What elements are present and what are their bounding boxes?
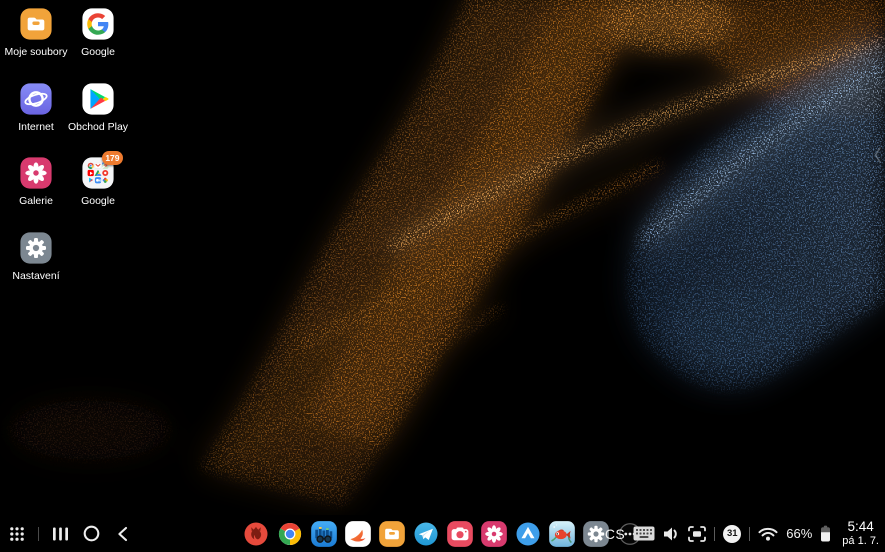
my-files-icon <box>19 7 53 41</box>
calendar-31-icon[interactable]: 31 <box>723 525 741 543</box>
apps-grid-icon <box>9 526 25 542</box>
apps-button[interactable] <box>7 515 27 552</box>
chrome-icon <box>276 520 304 548</box>
play-store-icon <box>81 82 115 116</box>
dock-antutu[interactable] <box>242 520 270 548</box>
nav-divider <box>38 527 39 541</box>
dock-camera[interactable] <box>446 520 474 548</box>
home-circle-icon <box>82 524 101 543</box>
app-gallery[interactable]: Galerie <box>5 152 67 227</box>
taskbar: CS <box>0 515 885 552</box>
taskbar-nav <box>7 515 132 552</box>
app-label: Obchod Play <box>68 121 128 133</box>
tablet-home-screen: Moje soubory Google Internet Obchod Play… <box>0 0 885 552</box>
home-button[interactable] <box>81 515 101 552</box>
geekbench-icon <box>310 520 338 548</box>
wallpaper-particle-waves <box>0 0 885 552</box>
screenshot-button[interactable] <box>688 526 706 542</box>
app-google-folder[interactable]: 179 Google <box>67 152 129 227</box>
wifi-icon <box>758 526 778 541</box>
app-play-store[interactable]: Obchod Play <box>67 78 129 153</box>
google-icon <box>81 7 115 41</box>
keyboard-button[interactable] <box>633 526 655 541</box>
notification-badge: 179 <box>102 151 123 165</box>
dock-blue-arrow-app[interactable] <box>514 520 542 548</box>
screenshot-icon <box>688 526 706 542</box>
app-label: Moje soubory <box>4 46 67 58</box>
samsung-internet-icon <box>19 82 53 116</box>
swift-bird-icon <box>344 520 372 548</box>
my-files-icon <box>378 520 406 548</box>
app-label: Nastavení <box>12 270 59 282</box>
taskbar-status: CS <box>605 515 879 552</box>
dock-geekbench[interactable] <box>310 520 338 548</box>
gallery-icon <box>480 520 508 548</box>
volume-icon <box>663 526 680 542</box>
battery-indicator[interactable] <box>820 525 831 542</box>
app-label: Internet <box>18 121 54 133</box>
arrow-up-icon <box>514 520 542 548</box>
recents-button[interactable] <box>50 515 70 552</box>
status-divider <box>749 527 750 541</box>
dock-my-files[interactable] <box>378 520 406 548</box>
dock-chrome[interactable] <box>276 520 304 548</box>
app-internet[interactable]: Internet <box>5 78 67 153</box>
fish-game-icon <box>548 520 576 548</box>
clock[interactable]: 5:44 pá 1. 7. <box>842 519 879 548</box>
antutu-icon <box>242 520 270 548</box>
edge-panel-handle[interactable] <box>873 146 882 164</box>
battery-percent[interactable]: 66% <box>786 526 812 541</box>
status-divider <box>714 527 715 541</box>
app-label: Google <box>81 46 115 58</box>
dock-fish-game[interactable] <box>548 520 576 548</box>
battery-icon <box>820 525 831 542</box>
date: pá 1. 7. <box>842 535 879 548</box>
keyboard-icon <box>633 526 655 541</box>
camera-icon <box>446 520 474 548</box>
dock-swift[interactable] <box>344 520 372 548</box>
app-label: Google <box>81 195 115 207</box>
dock-gallery[interactable] <box>480 520 508 548</box>
google-folder-icon: 179 <box>81 156 115 190</box>
time: 5:44 <box>848 519 874 535</box>
wifi-indicator[interactable] <box>758 526 778 541</box>
app-my-files[interactable]: Moje soubory <box>5 3 67 78</box>
app-google[interactable]: Google <box>67 3 129 78</box>
back-chevron-icon <box>116 526 128 542</box>
dock-telegram[interactable] <box>412 520 440 548</box>
back-button[interactable] <box>112 515 132 552</box>
settings-icon <box>19 231 53 265</box>
home-app-grid: Moje soubory Google Internet Obchod Play… <box>5 3 129 301</box>
taskbar-dock <box>242 515 644 552</box>
gallery-icon <box>19 156 53 190</box>
recents-icon <box>52 526 69 542</box>
app-settings[interactable]: Nastavení <box>5 227 67 302</box>
volume-button[interactable] <box>663 526 680 542</box>
telegram-icon <box>412 520 440 548</box>
app-label: Galerie <box>19 195 53 207</box>
chevron-left-icon <box>873 146 882 164</box>
keyboard-language[interactable]: CS <box>605 526 625 542</box>
